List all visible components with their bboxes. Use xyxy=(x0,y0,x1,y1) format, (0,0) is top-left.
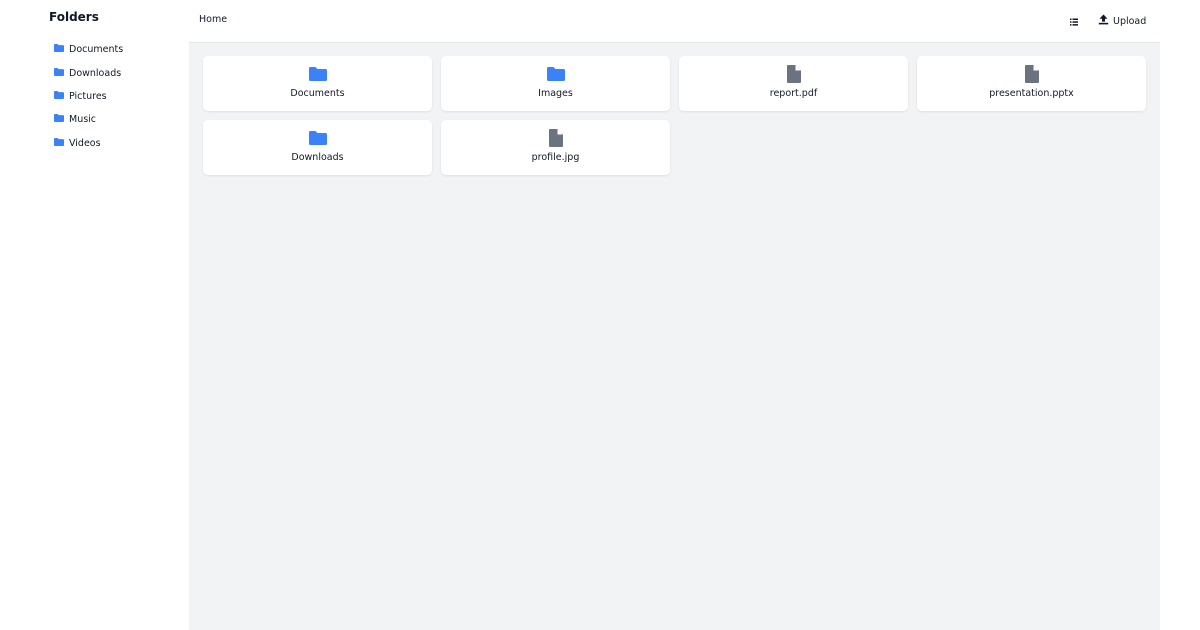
folder-icon xyxy=(54,137,64,149)
folder-list: Documents Downloads Pictures Music Video… xyxy=(54,38,123,155)
file-card-images[interactable]: Images xyxy=(441,56,670,111)
main-content: Home Upload Documents Images report.pdf … xyxy=(189,0,1160,630)
file-card-downloads[interactable]: Downloads xyxy=(203,120,432,175)
folder-icon xyxy=(54,114,64,125)
sidebar-item-videos[interactable]: Videos xyxy=(54,132,123,155)
folder-icon xyxy=(546,66,565,85)
list-view-icon[interactable] xyxy=(1067,14,1081,28)
right-margin xyxy=(1160,0,1200,630)
sidebar-item-label: Videos xyxy=(69,137,101,149)
sidebar-item-music[interactable]: Music xyxy=(54,108,123,131)
folder-icon xyxy=(54,67,64,79)
file-icon xyxy=(1024,65,1039,87)
file-name: Images xyxy=(538,88,573,99)
sidebar: Folders Documents Downloads Pictures Mus… xyxy=(0,0,189,630)
sidebar-item-label: Documents xyxy=(69,44,124,56)
sidebar-item-label: Downloads xyxy=(69,67,122,79)
file-name: Documents xyxy=(290,88,345,99)
folder-icon xyxy=(54,90,64,102)
folder-icon xyxy=(308,130,327,149)
sidebar-item-label: Pictures xyxy=(69,90,107,102)
folder-icon xyxy=(308,66,327,85)
file-name: profile.jpg xyxy=(531,152,580,163)
sidebar-title: Folders xyxy=(49,10,99,24)
file-icon xyxy=(786,65,801,87)
file-card-documents[interactable]: Documents xyxy=(203,56,432,111)
top-bar: Home Upload xyxy=(189,0,1160,43)
file-manager-app: Folders Documents Downloads Pictures Mus… xyxy=(0,0,1200,630)
sidebar-item-label: Music xyxy=(69,114,97,126)
sidebar-item-pictures[interactable]: Pictures xyxy=(54,85,123,108)
file-name: report.pdf xyxy=(769,88,818,99)
file-card-presentation-pptx[interactable]: presentation.pptx xyxy=(917,56,1146,111)
folder-icon xyxy=(54,44,64,55)
upload-icon xyxy=(1098,14,1109,28)
file-name: presentation.pptx xyxy=(989,88,1074,99)
file-name: Downloads xyxy=(291,152,344,163)
file-card-profile-jpg[interactable]: profile.jpg xyxy=(441,120,670,175)
upload-label: Upload xyxy=(1113,15,1147,27)
file-card-report-pdf[interactable]: report.pdf xyxy=(679,56,908,111)
sidebar-item-downloads[interactable]: Downloads xyxy=(54,61,123,84)
upload-button[interactable]: Upload xyxy=(1098,12,1146,30)
breadcrumb[interactable]: Home xyxy=(199,14,227,25)
sidebar-item-documents[interactable]: Documents xyxy=(54,38,123,61)
file-icon xyxy=(548,129,563,151)
